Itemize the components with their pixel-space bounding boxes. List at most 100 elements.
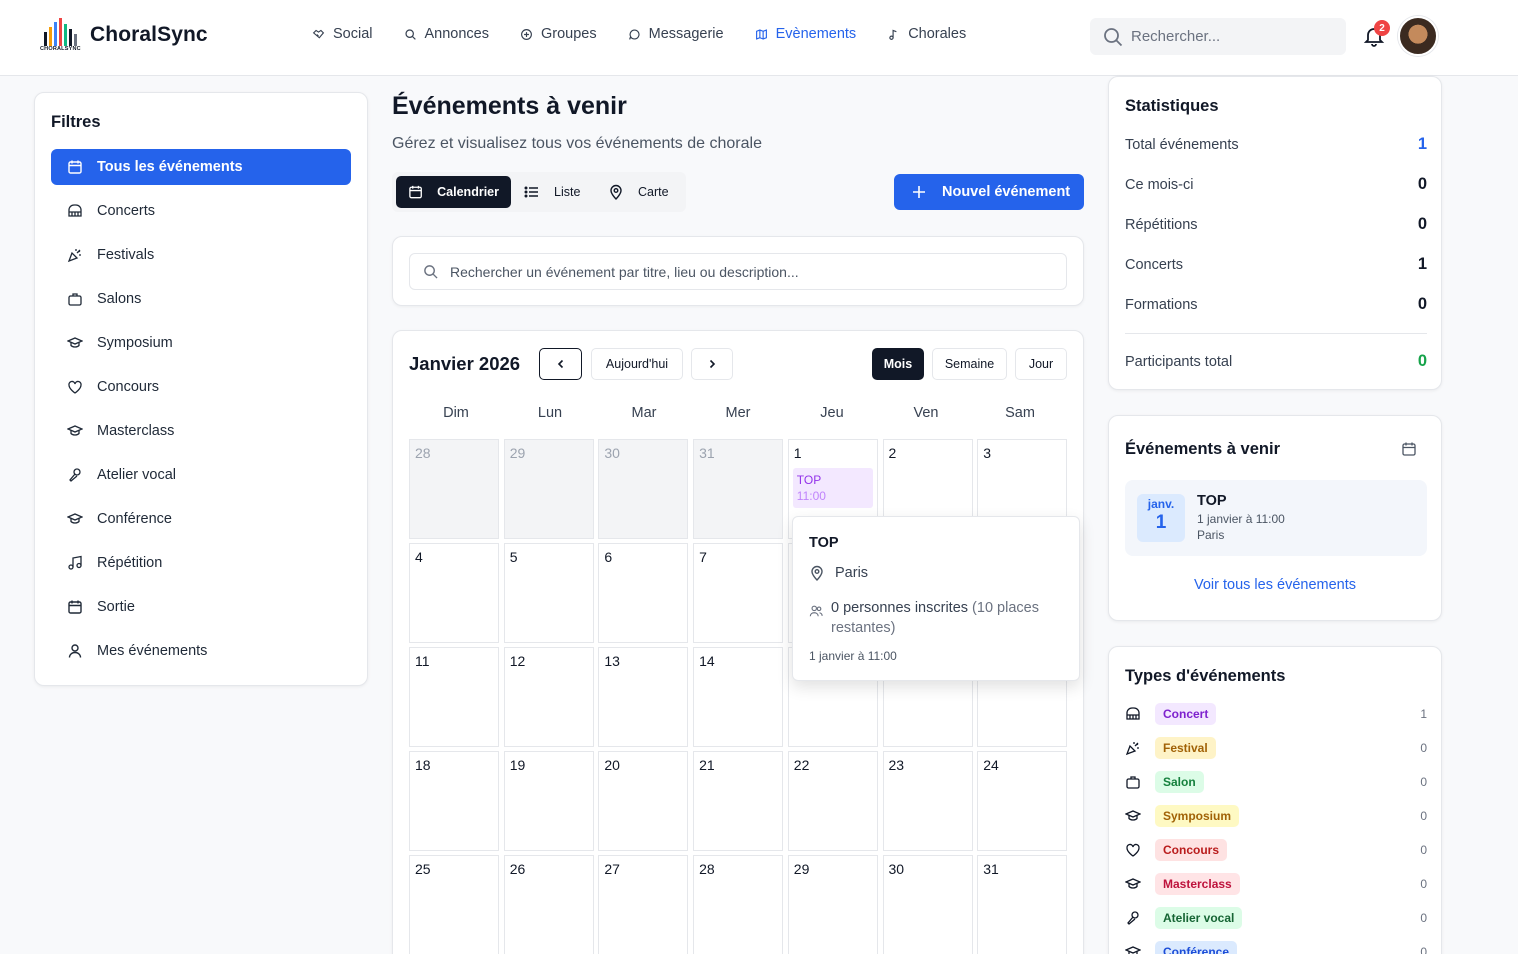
nav-label: Groupes <box>541 26 597 42</box>
view-label: Calendrier <box>437 185 499 199</box>
calendar-day-cell[interactable]: 28 <box>693 855 784 954</box>
calendar-day-cell[interactable]: 31 <box>693 439 784 539</box>
day-number: 30 <box>888 861 905 877</box>
upcoming-info: TOP 1 janvier à 11:00 Paris <box>1197 493 1285 542</box>
divider <box>1125 333 1427 334</box>
stat-label: Formations <box>1125 296 1198 313</box>
calendar-day-cell[interactable]: 19 <box>503 751 594 851</box>
mode-month-button[interactable]: Mois <box>872 348 924 380</box>
filter-conference[interactable]: Conférence <box>51 501 351 537</box>
piano-icon <box>1126 707 1140 720</box>
calendar-day-cell[interactable]: 11 <box>409 647 499 747</box>
day-number: 19 <box>509 757 526 773</box>
nav-label: Social <box>333 26 373 42</box>
calendar-day-cell[interactable]: 29 <box>787 855 878 954</box>
upcoming-month: janv. <box>1147 497 1175 511</box>
attendance-text: 0 personnes inscrites (10 places restant… <box>831 598 1059 638</box>
calendar-day-cell[interactable]: 31 <box>977 855 1068 954</box>
user-avatar[interactable] <box>1398 16 1438 56</box>
event-search-input[interactable] <box>450 263 1050 280</box>
day-number: 6 <box>604 549 613 565</box>
calendar-day-cell[interactable]: 24 <box>977 751 1068 851</box>
calendar-event-chip[interactable]: TOP 11:00 <box>792 468 873 508</box>
nav-groupes[interactable]: Groupes <box>520 26 597 42</box>
popover-attendance: 0 personnes inscrites (10 places restant… <box>809 598 1059 638</box>
global-search-input[interactable] <box>1131 28 1331 45</box>
app-logo[interactable]: CHORALSYNC ChoralSync <box>40 16 208 54</box>
filter-atelier-vocal[interactable]: Atelier vocal <box>51 457 351 493</box>
map-pin-icon <box>811 565 823 581</box>
calendar-day-cell[interactable]: 30 <box>598 439 689 539</box>
statistics-title: Statistiques <box>1125 97 1219 115</box>
upcoming-event-item[interactable]: janv. 1 TOP 1 janvier à 11:00 Paris <box>1125 480 1427 556</box>
filter-salons[interactable]: Salons <box>51 281 351 317</box>
day-number: 24 <box>983 757 999 773</box>
nav-chorales[interactable]: Chorales <box>887 26 966 42</box>
filter-sortie[interactable]: Sortie <box>51 589 351 625</box>
global-search[interactable] <box>1090 18 1346 55</box>
today-button[interactable]: Aujourd'hui <box>591 348 683 380</box>
calendar-day-cell[interactable]: 7 <box>693 543 784 643</box>
weekday-label: Ven <box>913 405 939 421</box>
new-event-button[interactable]: Nouvel événement <box>894 174 1084 210</box>
filter-label: Tous les événements <box>97 159 243 175</box>
filter-my-events[interactable]: Mes événements <box>51 633 351 669</box>
previous-month-button[interactable] <box>539 348 582 380</box>
event-type-row: Conférence 0 <box>1125 941 1427 954</box>
next-month-button[interactable] <box>691 348 733 380</box>
briefcase-icon <box>68 293 82 306</box>
event-type-badge: Festival <box>1155 737 1216 759</box>
view-list-button[interactable]: Liste <box>512 176 592 208</box>
filter-all-events[interactable]: Tous les événements <box>51 149 351 185</box>
calendar-day-cell[interactable]: 6 <box>598 543 689 643</box>
calendar-day-cell[interactable]: 5 <box>503 543 594 643</box>
calendar-day-cell[interactable]: 4 <box>409 543 499 643</box>
calendar-day-cell[interactable]: 28 <box>409 439 499 539</box>
day-number: 13 <box>604 653 620 669</box>
calendar-day-cell[interactable]: 20 <box>598 751 689 851</box>
nav-label: Chorales <box>908 26 967 42</box>
calendar-day-cell[interactable]: 22 <box>787 751 878 851</box>
filters-panel: Filtres Tous les événements Concerts Fes… <box>34 92 368 686</box>
calendar-day-cell[interactable]: 30 <box>882 855 973 954</box>
calendar-day-cell[interactable]: 13 <box>598 647 689 747</box>
event-search[interactable] <box>409 253 1067 290</box>
calendar-day-cell[interactable]: 27 <box>598 855 689 954</box>
filter-concerts[interactable]: Concerts <box>51 193 351 229</box>
filter-list: Tous les événements Concerts Festivals S… <box>51 149 351 677</box>
page-title: Événements à venir <box>392 92 627 120</box>
calendar-day-cell[interactable]: 23 <box>882 751 973 851</box>
calendar-day-cell[interactable]: 14 <box>693 647 784 747</box>
upcoming-event-when: 1 janvier à 11:00 <box>1197 512 1285 526</box>
see-all-events-link[interactable]: Voir tous les événements <box>1109 577 1441 593</box>
filter-festivals[interactable]: Festivals <box>51 237 351 273</box>
chevron-right-icon <box>709 359 716 369</box>
filter-concours[interactable]: Concours <box>51 369 351 405</box>
music-note-icon <box>68 555 82 570</box>
view-map-button[interactable]: Carte <box>596 176 681 208</box>
mode-day-button[interactable]: Jour <box>1015 348 1067 380</box>
filter-masterclass[interactable]: Masterclass <box>51 413 351 449</box>
plus-icon <box>913 186 925 198</box>
chevron-left-icon <box>557 359 563 369</box>
calendar-day-cell[interactable]: 25 <box>409 855 499 954</box>
stat-label: Participants total <box>1125 353 1233 370</box>
nav-social[interactable]: Social <box>312 26 373 42</box>
nav-evenements[interactable]: Evènements <box>755 26 856 42</box>
calendar-day-cell[interactable]: 29 <box>503 439 594 539</box>
view-label: Carte <box>638 185 669 199</box>
nav-messagerie[interactable]: Messagerie <box>628 26 724 42</box>
calendar-day-cell[interactable]: 26 <box>503 855 594 954</box>
calendar-day-cell[interactable]: 21 <box>693 751 784 851</box>
stat-row: Concerts 1 <box>1125 255 1427 274</box>
calendar-day-cell[interactable]: 12 <box>503 647 594 747</box>
event-types-card: Types d'événements Concert 1 Festival 0 Salo… <box>1108 646 1442 954</box>
filter-symposium[interactable]: Symposium <box>51 325 351 361</box>
view-calendar-button[interactable]: Calendrier <box>396 176 511 208</box>
nav-annonces[interactable]: Annonces <box>404 26 489 42</box>
mode-week-button[interactable]: Semaine <box>932 348 1007 380</box>
filter-repetition[interactable]: Répétition <box>51 545 351 581</box>
stat-label: Ce mois-ci <box>1125 176 1194 193</box>
upcoming-events-card: Événements à venir janv. 1 TOP 1 janvier… <box>1108 415 1442 621</box>
calendar-day-cell[interactable]: 18 <box>409 751 499 851</box>
